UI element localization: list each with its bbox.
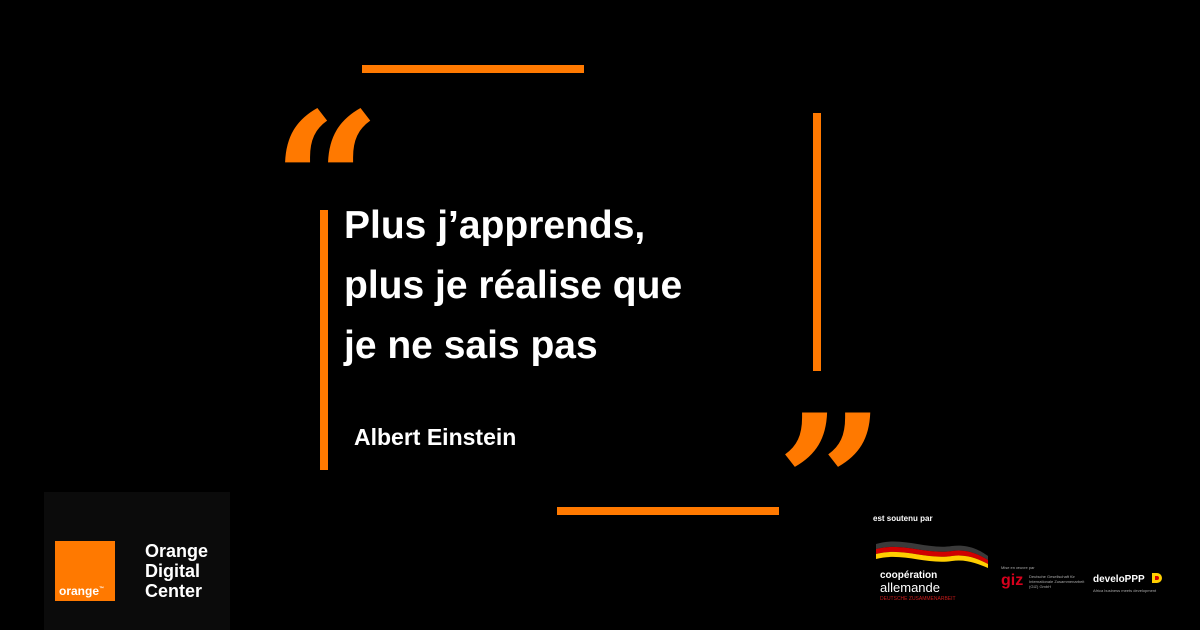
quote-author: Albert Einstein — [354, 424, 517, 450]
developpp-logo: develoPPP — [1093, 574, 1145, 585]
close-quote-icon: ” — [776, 373, 886, 596]
frame-bar-bottom — [557, 507, 779, 515]
frame-bar-right — [813, 113, 821, 371]
quote-text: Plus j’apprends, plus je réalise que je … — [344, 196, 682, 376]
cooperation-line3: DEUTSCHE ZUSAMMENARBEIT — [880, 596, 956, 602]
orange-digital-center-name: Orange Digital Center — [145, 541, 208, 601]
brand-name-line: Orange — [145, 541, 209, 561]
brand-name-line: Center — [145, 581, 203, 601]
frame-bar-top — [362, 65, 584, 73]
sponsor-heading: est soutenu par — [873, 514, 933, 523]
developpp-mark-icon — [1152, 573, 1162, 583]
cooperation-line2: allemande — [880, 580, 940, 595]
quote-line: plus je réalise que — [344, 264, 683, 307]
giz-description: Deutsche Gesellschaft für Internationale… — [1029, 574, 1085, 589]
quote-line: Plus j’apprends, — [344, 204, 646, 247]
giz-caption: Mise en œuvre par — [1001, 565, 1035, 570]
developpp-tagline: Africa business meets development — [1093, 588, 1157, 593]
orange-logo: orange™ — [55, 541, 115, 601]
giz-logo: giz — [1001, 572, 1024, 589]
brand-name-line: Digital — [145, 561, 201, 581]
orange-logo-word: orange™ — [59, 584, 105, 598]
quote-line: je ne sais pas — [344, 324, 598, 367]
